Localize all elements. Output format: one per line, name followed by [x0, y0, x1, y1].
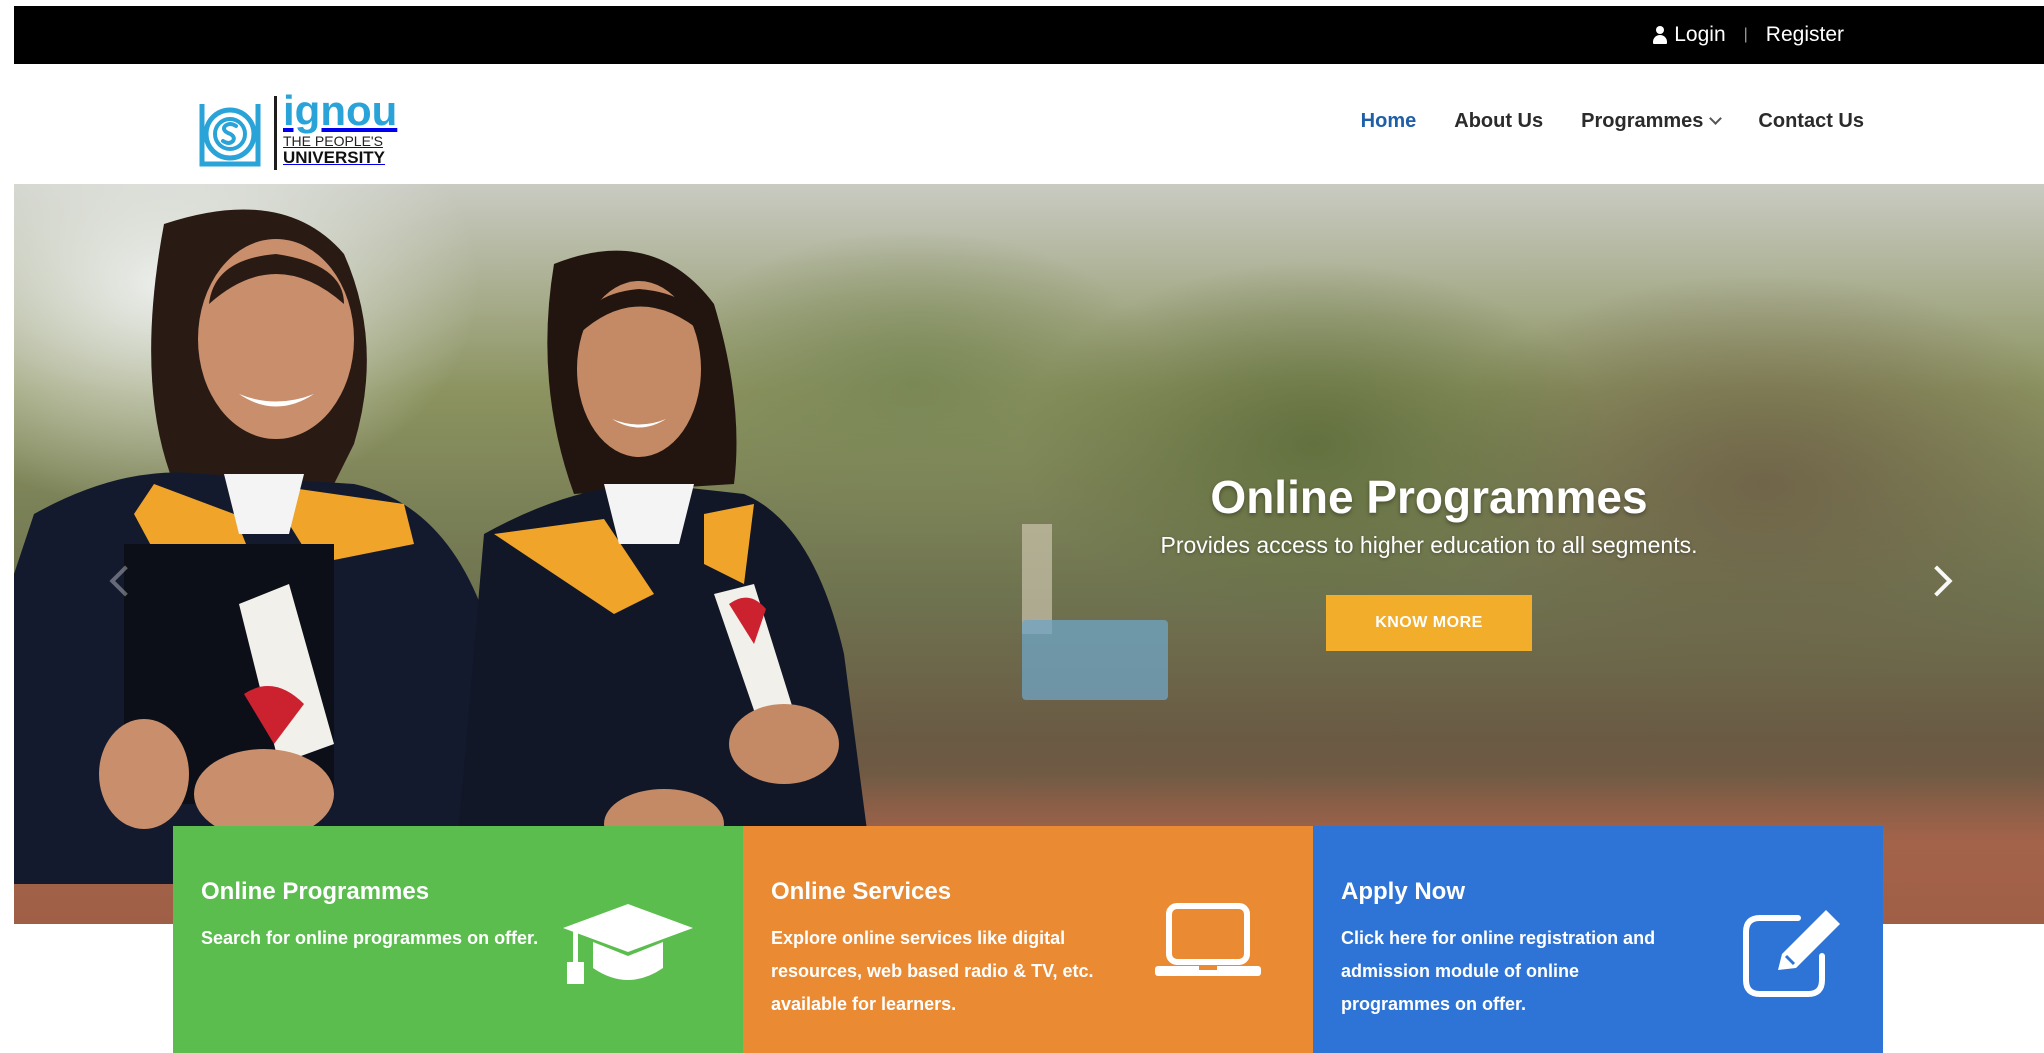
logo-text: ignou THE PEOPLE'S UNIVERSITY [283, 90, 397, 167]
auth-separator: | [1743, 26, 1748, 43]
edit-icon [1743, 910, 1840, 997]
card-online-services[interactable]: Online Services Explore online services … [743, 826, 1313, 1053]
top-bar: Login | Register [14, 6, 2044, 64]
logo-brand: ignou [283, 87, 398, 134]
logo-divider [274, 96, 277, 170]
ignou-emblem-icon [199, 104, 261, 167]
nav-item-label: Contact Us [1758, 110, 1864, 132]
logo-tagline-1: THE PEOPLE'S [283, 133, 383, 149]
graduate-students-image [14, 209, 874, 884]
chevron-right-icon [1921, 565, 1953, 597]
slider-prev-arrow[interactable] [100, 552, 141, 612]
nav-item-label: About Us [1454, 110, 1544, 132]
ignou-logo[interactable]: ignou THE PEOPLE'S UNIVERSITY [192, 90, 422, 172]
card-description: Search for online programmes on offer. [201, 928, 539, 948]
page: Login | Register ignou THE PEOPLE'S UNIV… [0, 0, 2044, 1053]
know-more-button[interactable]: KNOW MORE [1326, 595, 1532, 651]
register-link[interactable]: Register [1766, 23, 1844, 47]
card-title: Apply Now [1341, 878, 1465, 905]
chevron-left-icon [109, 565, 141, 597]
hero-caption: Online Programmes Provides access to hig… [1124, 470, 1734, 651]
hero-subtitle: Provides access to higher education to a… [1160, 532, 1698, 558]
card-apply-now[interactable]: Apply Now Click here for online registra… [1313, 826, 1883, 1053]
hero-slider: Online Programmes Provides access to hig… [14, 184, 2044, 924]
card-description: Click here for online registration and a… [1341, 928, 1656, 1014]
user-icon [1652, 26, 1668, 44]
login-link[interactable]: Login [1652, 23, 1726, 47]
card-online-programmes[interactable]: Online Programmes Search for online prog… [173, 826, 743, 1053]
slider-next-arrow[interactable] [1921, 552, 1966, 612]
nav-item-programmes[interactable]: Programmes [1581, 110, 1723, 133]
main-nav: Home About Us Programmes Contact Us [1361, 110, 1864, 133]
site-header: ignou THE PEOPLE'S UNIVERSITY Home About… [14, 64, 2044, 184]
logo-tagline-2: UNIVERSITY [283, 148, 386, 167]
nav-item-contact-us[interactable]: Contact Us [1758, 110, 1864, 133]
card-description: Explore online services like digital res… [771, 928, 1094, 1014]
nav-item-about-us[interactable]: About Us [1454, 110, 1543, 133]
nav-item-home[interactable]: Home [1361, 110, 1417, 133]
nav-item-label: Programmes [1581, 110, 1704, 132]
auth-links: Login | Register [1652, 6, 1844, 64]
hero-title: Online Programmes [1210, 471, 1648, 523]
chevron-down-icon [1709, 112, 1723, 125]
feature-cards: Online Programmes Search for online prog… [173, 826, 1883, 1053]
hero-background-pillar [1022, 524, 1052, 634]
laptop-icon [1155, 903, 1261, 976]
login-label: Login [1674, 23, 1726, 46]
graduation-cap-icon [563, 904, 693, 984]
nav-item-label: Home [1360, 110, 1417, 132]
